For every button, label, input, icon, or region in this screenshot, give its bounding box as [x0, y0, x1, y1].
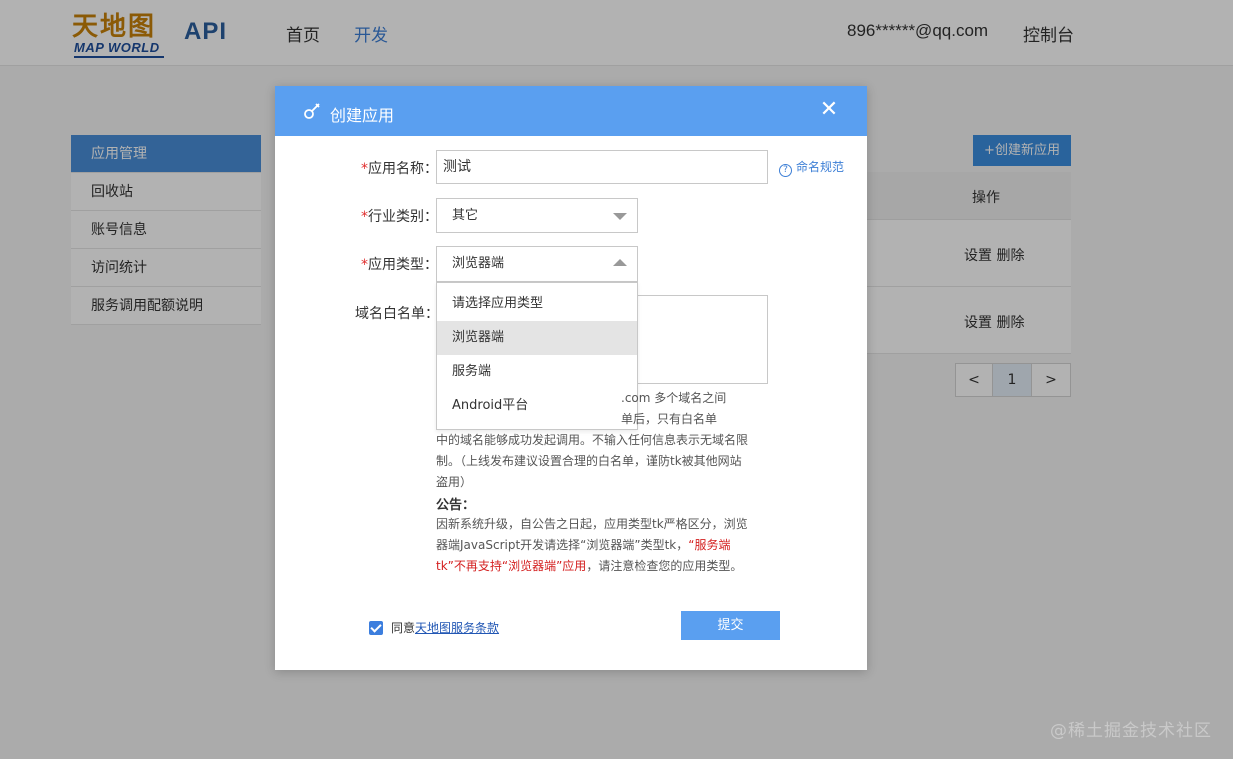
- app-name-input[interactable]: 测试: [436, 150, 768, 184]
- required-mark: *: [361, 257, 368, 273]
- submit-button[interactable]: 提交: [681, 611, 780, 640]
- app-type-label: *应用类型：: [361, 257, 438, 273]
- notice-title: 公告：: [436, 498, 476, 513]
- domain-whitelist-label: 域名白名单：: [355, 306, 439, 322]
- create-app-modal: 创建应用 ✕ *应用名称： 测试 ? 命名规范 *行业类别： 其它 *应用类型： …: [275, 86, 867, 670]
- app-type-dropdown: 请选择应用类型 浏览器端 服务端 Android平台: [436, 282, 638, 430]
- domain-help-text-partial: .com 多个域名之间 单后，只有白名单: [621, 391, 727, 426]
- caret-up-icon: [613, 259, 627, 266]
- domain-help-text: 中的域名能够成功发起调用。不输入任何信息表示无域名限制。（上线发布建议设置合理的…: [436, 433, 749, 489]
- modal-title: 创建应用: [330, 106, 395, 125]
- modal-header: 创建应用 ✕: [275, 86, 867, 136]
- terms-link[interactable]: 天地图服务条款: [415, 621, 499, 635]
- close-icon[interactable]: ✕: [817, 98, 841, 122]
- watermark: @稀土掘金技术社区: [1050, 721, 1212, 741]
- agree-checkbox[interactable]: [369, 621, 383, 635]
- industry-select-value: 其它: [452, 208, 479, 223]
- help-circle-icon: ?: [779, 164, 792, 177]
- app-type-select[interactable]: 浏览器端: [436, 246, 638, 282]
- dropdown-option-selected[interactable]: 浏览器端: [437, 321, 637, 355]
- dropdown-option[interactable]: 服务端: [437, 355, 637, 389]
- app-type-select-value: 浏览器端: [452, 256, 505, 271]
- caret-down-icon: [613, 213, 627, 220]
- agree-terms: 同意天地图服务条款: [369, 619, 499, 636]
- industry-select[interactable]: 其它: [436, 198, 638, 233]
- industry-label: *行业类别：: [361, 209, 438, 225]
- naming-rules-link[interactable]: ? 命名规范: [779, 158, 844, 177]
- domain-whitelist-textarea[interactable]: [631, 295, 768, 384]
- key-icon: [304, 103, 320, 119]
- app-name-label: *应用名称：: [361, 161, 438, 177]
- required-mark: *: [361, 161, 368, 177]
- notice-text: 因新系统升级，自公告之日起，应用类型tk严格区分，浏览器端JavaScript开…: [436, 517, 748, 573]
- dropdown-option[interactable]: Android平台: [437, 389, 637, 423]
- dropdown-option[interactable]: 请选择应用类型: [437, 287, 637, 321]
- required-mark: *: [361, 209, 368, 225]
